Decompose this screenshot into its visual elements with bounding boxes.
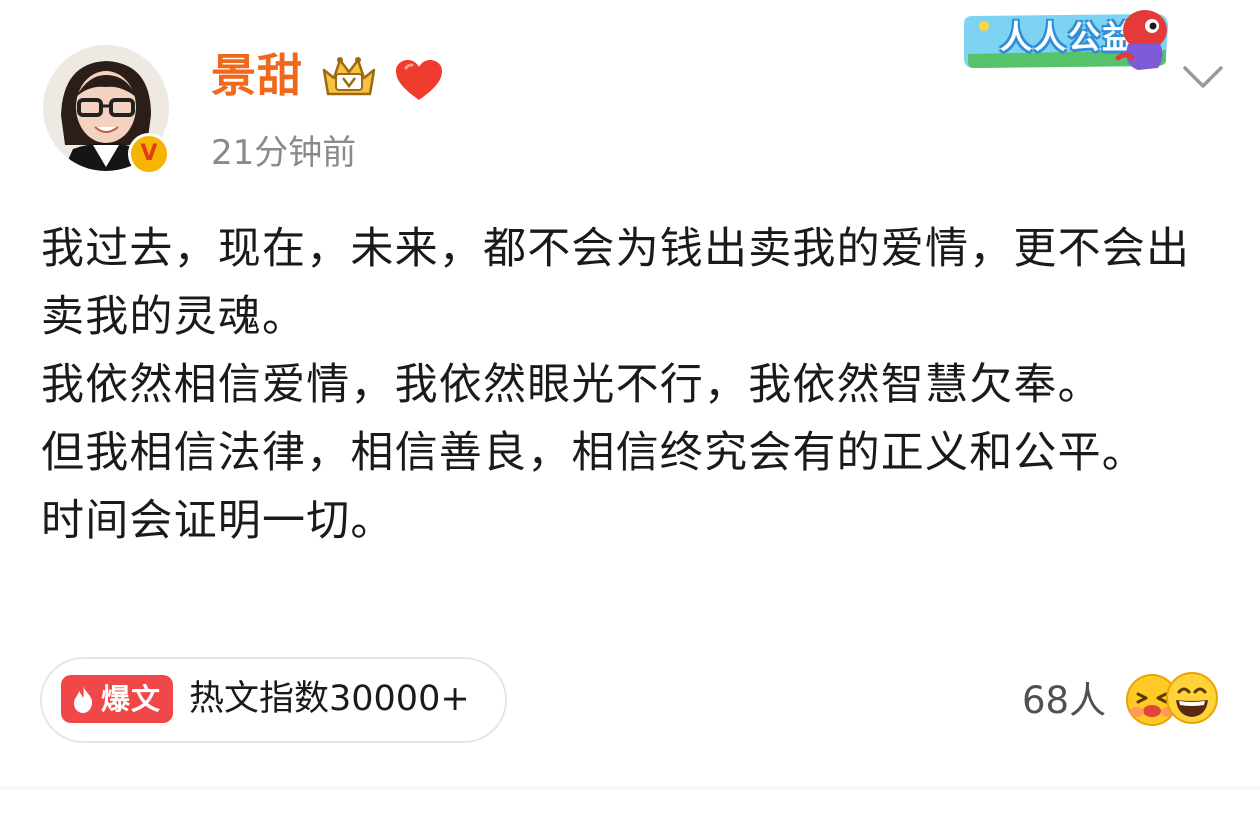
post-body-line: 但我相信法律，相信善良，相信终究会有的正义和公平。 bbox=[41, 428, 1146, 478]
weibo-post: V 景甜 21分钟前 人人公益 我过去，现在，未来，都不会为钱出卖我的爱情，更不… bbox=[0, 0, 1260, 826]
verified-v-icon: V bbox=[128, 133, 170, 175]
mascot-icon bbox=[1115, 10, 1167, 70]
post-timestamp: 21分钟前 bbox=[211, 133, 357, 173]
chevron-down-icon[interactable] bbox=[1180, 62, 1226, 92]
author-name[interactable]: 景甜 bbox=[211, 46, 303, 106]
heart-icon[interactable] bbox=[394, 58, 444, 104]
hot-index-text: 热文指数30000+ bbox=[189, 679, 470, 719]
divider bbox=[0, 786, 1260, 790]
hot-tag-label: 爆文 bbox=[101, 682, 162, 716]
hot-tag: 爆文 bbox=[61, 675, 173, 723]
vip-crown-icon[interactable] bbox=[318, 52, 380, 100]
post-body-line: 我过去，现在，未来，都不会为钱出卖我的爱情，更不会出卖我的灵魂。 bbox=[41, 224, 1191, 342]
post-body: 我过去，现在，未来，都不会为钱出卖我的爱情，更不会出卖我的灵魂。 我依然相信爱情… bbox=[41, 215, 1231, 555]
flame-icon bbox=[74, 686, 93, 713]
reaction-count[interactable]: 68人 bbox=[1022, 676, 1106, 726]
grin-emoji-icon[interactable] bbox=[1164, 670, 1220, 726]
post-body-line: 我依然相信爱情，我依然眼光不行，我依然智慧欠奉。 bbox=[41, 360, 1102, 410]
post-body-line: 时间会证明一切。 bbox=[41, 496, 395, 546]
